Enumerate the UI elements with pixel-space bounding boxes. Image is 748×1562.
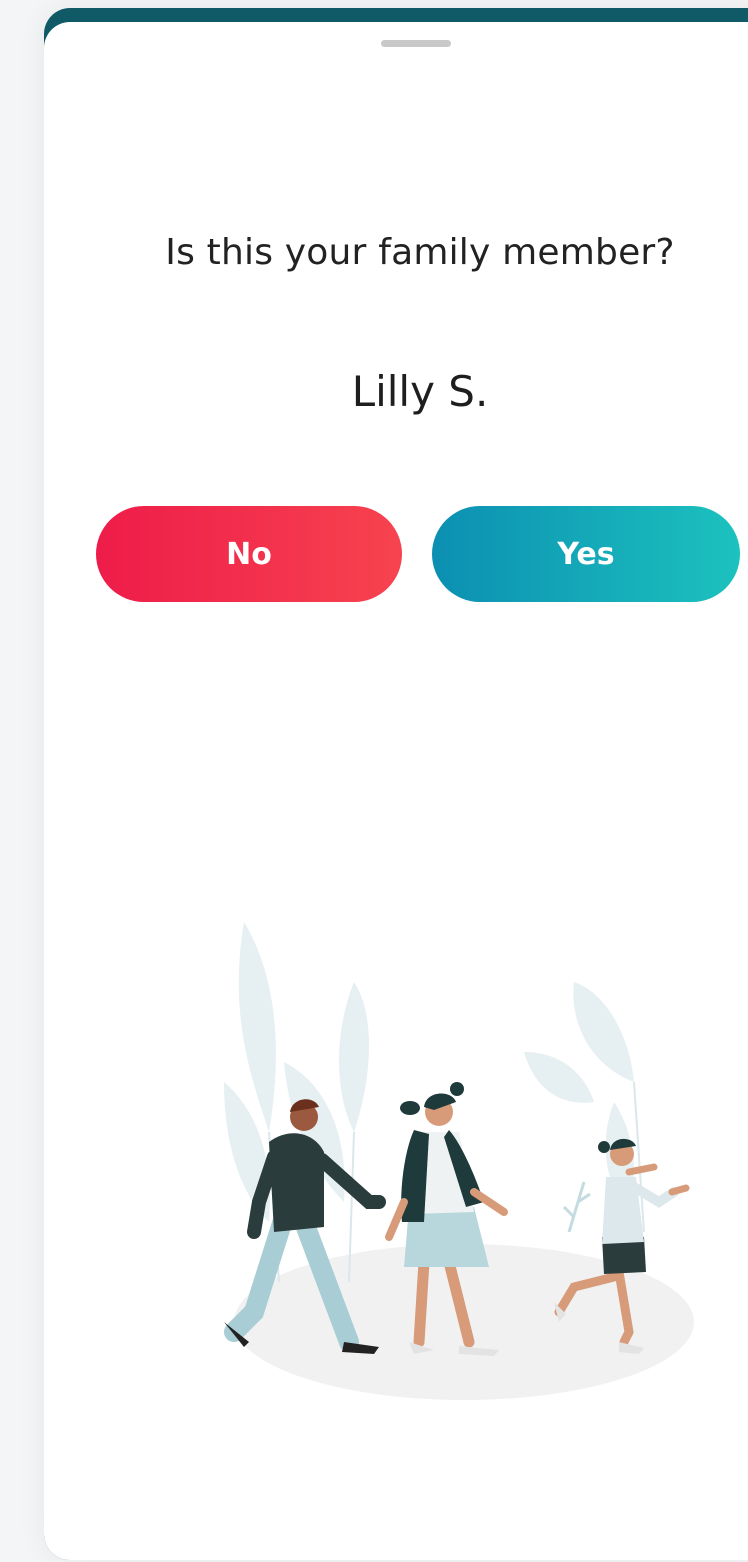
yes-button-label: Yes	[557, 536, 615, 572]
sprig	[562, 1181, 591, 1233]
drag-handle[interactable]	[381, 40, 451, 47]
question-text: Is this your family member?	[165, 232, 675, 273]
family-walking-illustration	[224, 922, 694, 1400]
no-button-label: No	[226, 536, 272, 572]
bottom-sheet: Is this your family member? Lilly S. No …	[44, 22, 748, 1560]
member-name: Lilly S.	[351, 367, 489, 416]
no-button[interactable]: No	[96, 506, 402, 602]
bottom-sheet-container: Is this your family member? Lilly S. No …	[44, 8, 748, 1560]
yes-button[interactable]: Yes	[432, 506, 740, 602]
